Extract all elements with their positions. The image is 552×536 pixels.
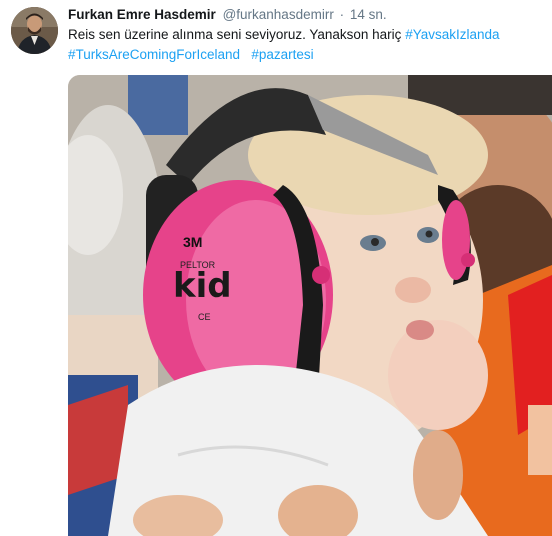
baby-earmuffs-photo: 3M PELTOR kid CE xyxy=(68,75,552,536)
tweet[interactable]: Furkan Emre Hasdemir @furkanhasdemirr · … xyxy=(0,0,552,536)
tweet-header: Furkan Emre Hasdemir @furkanhasdemirr · … xyxy=(68,6,544,24)
header-separator: · xyxy=(339,7,345,22)
tweet-text: Reis sen üzerine alınma seni seviyoruz. … xyxy=(68,25,538,65)
hashtag-yavsakizlanda[interactable]: #YavsakIzlanda xyxy=(405,27,499,42)
earmuff-ce-mark: CE xyxy=(198,312,211,322)
author-name[interactable]: Furkan Emre Hasdemir xyxy=(68,7,216,22)
hashtag-pazartesi[interactable]: #pazartesi xyxy=(251,47,313,62)
tweet-timestamp[interactable]: 14 sn. xyxy=(350,7,387,22)
earmuff-label-kid: kid xyxy=(173,266,232,306)
avatar-photo xyxy=(11,7,58,54)
tweet-text-body: Reis sen üzerine alınma seni seviyoruz. … xyxy=(68,27,402,42)
avatar[interactable] xyxy=(11,7,58,54)
tweet-media-photo[interactable]: 3M PELTOR kid CE xyxy=(68,75,552,536)
author-handle[interactable]: @furkanhasdemirr xyxy=(223,7,334,22)
hashtag-turkscomingforiceland[interactable]: #TurksAreComingForIceland xyxy=(68,47,240,62)
earmuff-brand-3m: 3M xyxy=(183,234,202,250)
